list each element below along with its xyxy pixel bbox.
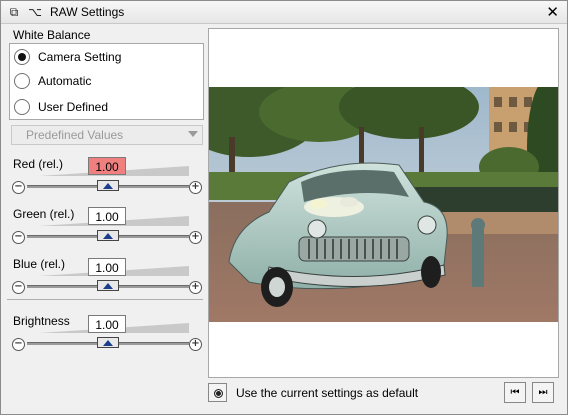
plus-icon[interactable]: +: [189, 181, 202, 194]
preview-image: [209, 87, 558, 322]
divider: [7, 299, 203, 300]
radio-automatic[interactable]: Automatic: [14, 70, 91, 92]
radio-button[interactable]: [14, 73, 30, 89]
set-default-button[interactable]: [208, 383, 227, 402]
minus-icon[interactable]: −: [12, 338, 25, 351]
status-bar: Use the current settings as default ⏮ ⏭: [208, 381, 559, 405]
minus-icon[interactable]: −: [12, 231, 25, 244]
preview-panel: [208, 28, 559, 378]
car-photo: [209, 87, 558, 322]
raw-settings-window: ⧉ ⌥ RAW Settings ✕ White Balance Camera …: [0, 0, 568, 415]
close-icon[interactable]: ✕: [546, 3, 559, 21]
skip-next-icon[interactable]: ⏭: [532, 382, 554, 403]
white-balance-label: White Balance: [13, 28, 91, 42]
brightness-slider-thumb[interactable]: [97, 337, 119, 348]
white-balance-group: Camera Setting Automatic User Defined: [9, 43, 204, 120]
green-slider-thumb[interactable]: [97, 230, 119, 241]
radio-button[interactable]: [14, 49, 30, 65]
title-bar: ⧉ ⌥ RAW Settings ✕: [1, 1, 567, 24]
predefined-values-dropdown[interactable]: Predefined Values: [11, 125, 203, 145]
radio-label: User Defined: [38, 100, 109, 114]
skip-prev-icon[interactable]: ⏮: [504, 382, 526, 403]
plus-icon[interactable]: +: [189, 338, 202, 351]
radio-label: Camera Setting: [38, 50, 122, 64]
set-default-label: Use the current settings as default: [236, 386, 419, 400]
window-title: RAW Settings: [50, 5, 125, 19]
plus-icon[interactable]: +: [189, 281, 202, 294]
plus-icon[interactable]: +: [189, 231, 202, 244]
blue-value-input[interactable]: 1.00: [88, 258, 126, 276]
green-value-input[interactable]: 1.00: [88, 207, 126, 225]
red-slider-thumb[interactable]: [97, 180, 119, 191]
radio-user-defined[interactable]: User Defined: [14, 96, 108, 118]
red-value-input[interactable]: 1.00: [88, 157, 126, 175]
radio-button[interactable]: [14, 99, 30, 115]
brightness-value-input[interactable]: 1.00: [88, 315, 126, 333]
copy-icon[interactable]: ⧉: [7, 5, 21, 19]
dropdown-value: Predefined Values: [26, 128, 124, 142]
minus-icon[interactable]: −: [12, 181, 25, 194]
radio-camera-setting[interactable]: Camera Setting: [14, 46, 121, 68]
scissors-icon[interactable]: ⌥: [28, 5, 42, 19]
minus-icon[interactable]: −: [12, 281, 25, 294]
chevron-down-icon: [188, 131, 198, 137]
blue-slider-thumb[interactable]: [97, 280, 119, 291]
radio-label: Automatic: [38, 74, 92, 88]
